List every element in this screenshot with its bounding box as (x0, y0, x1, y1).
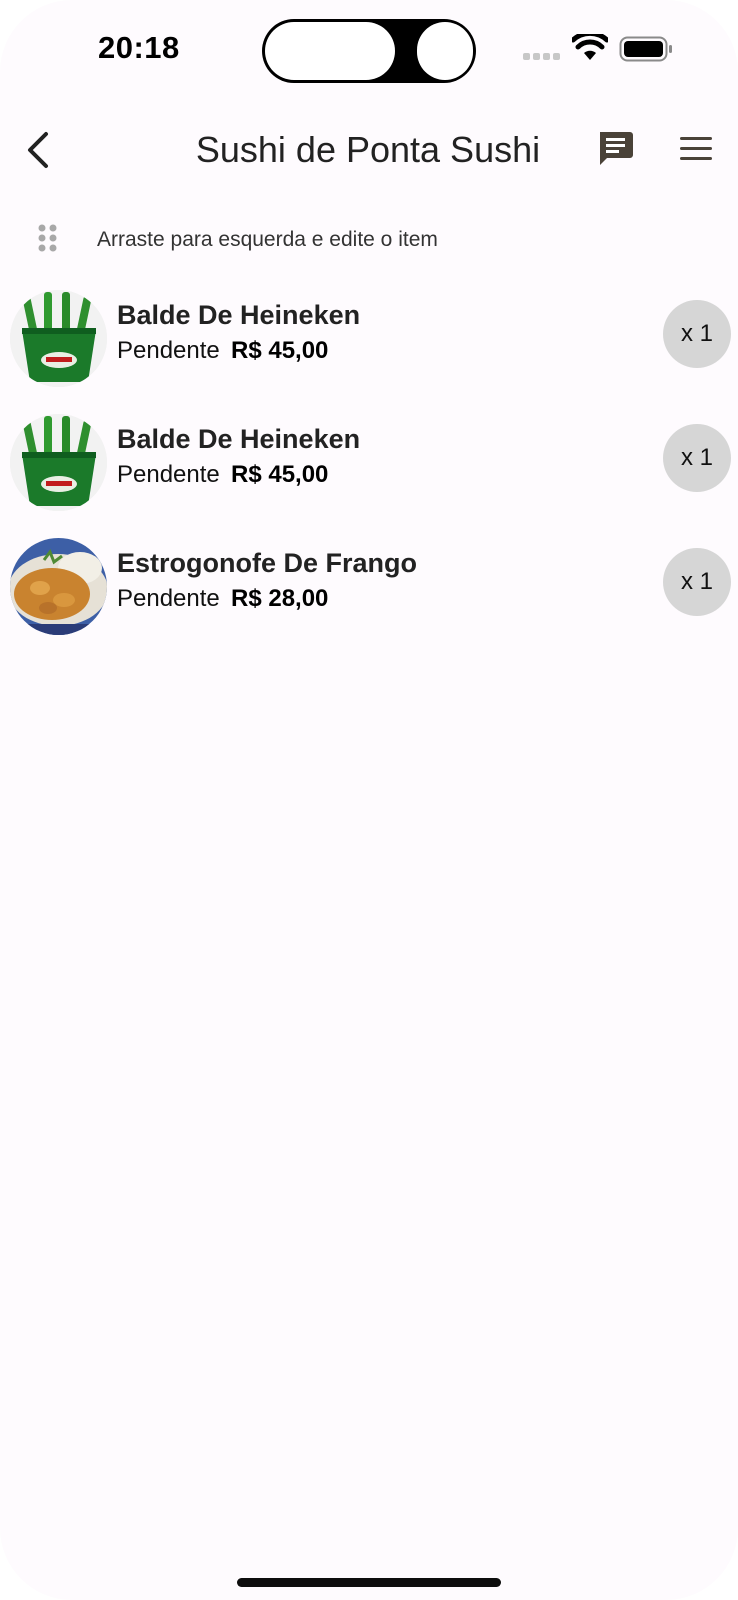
item-thumbnail (10, 414, 107, 511)
item-price: R$ 28,00 (231, 585, 329, 612)
quantity-badge[interactable]: x 1 (663, 424, 731, 492)
home-indicator[interactable] (237, 1578, 501, 1587)
status-time: 20:18 (98, 30, 180, 65)
item-name: Balde De Heineken (117, 424, 361, 454)
hamburger-menu-icon[interactable] (680, 136, 714, 162)
page-title: Sushi de Ponta Sushi (195, 129, 541, 170)
app-screen: 20:18 Sushi de Ponta Sushi Arraste para (0, 0, 738, 1600)
wifi-icon (572, 34, 608, 60)
dynamic-island (262, 19, 476, 83)
item-name: Estrogonofe De Frango (117, 548, 418, 578)
item-status: Pendente (117, 337, 220, 364)
list-item[interactable]: Balde De Heineken Pendente R$ 45,00 x 1 (0, 414, 738, 524)
item-price: R$ 45,00 (231, 461, 329, 488)
battery-icon (619, 36, 672, 62)
item-price: R$ 45,00 (231, 337, 329, 364)
item-status: Pendente (117, 585, 220, 612)
back-icon[interactable] (22, 128, 60, 172)
list-item[interactable]: Balde De Heineken Pendente R$ 45,00 x 1 (0, 290, 738, 400)
swipe-hint-text: Arraste para esquerda e edite o item (97, 228, 438, 251)
chat-icon[interactable] (596, 130, 634, 168)
cellular-signal-icon (523, 53, 561, 61)
quantity-badge[interactable]: x 1 (663, 548, 731, 616)
item-thumbnail (10, 538, 107, 635)
quantity-badge[interactable]: x 1 (663, 300, 731, 368)
drag-handle-icon (38, 224, 57, 252)
item-name: Balde De Heineken (117, 300, 361, 330)
item-status: Pendente (117, 461, 220, 488)
list-item[interactable]: Estrogonofe De Frango Pendente R$ 28,00 … (0, 538, 738, 648)
item-thumbnail (10, 290, 107, 387)
